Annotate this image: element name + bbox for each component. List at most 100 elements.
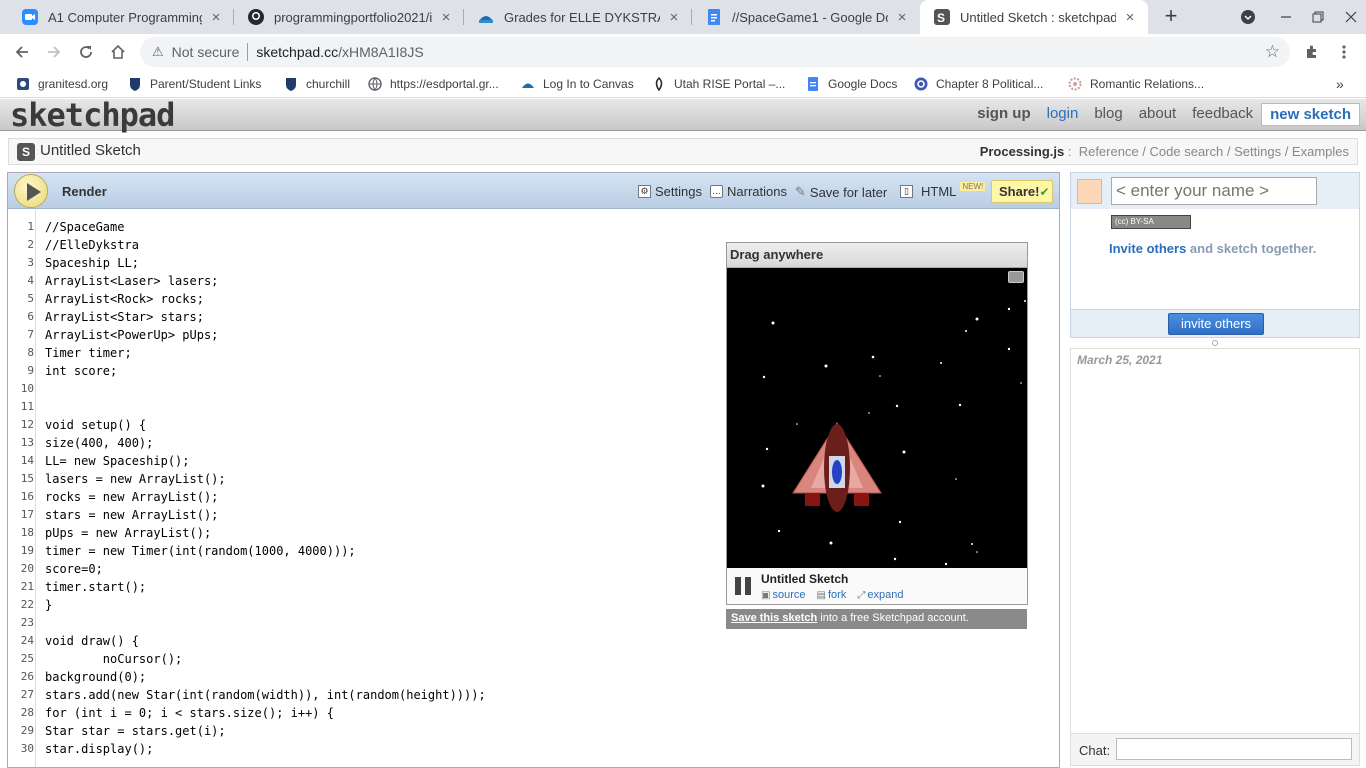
code-line[interactable] (45, 398, 486, 416)
pause-icon[interactable] (735, 577, 753, 595)
code-line[interactable]: void setup() { (45, 416, 486, 434)
window-close-icon[interactable] (1336, 0, 1366, 34)
address-bar[interactable]: ⚠ Not secure sketchpad.cc/xHM8A1I8JS ☆ (140, 37, 1290, 67)
nav-sign-up[interactable]: sign up (969, 103, 1038, 126)
back-icon[interactable] (10, 40, 34, 64)
nav-about[interactable]: about (1131, 103, 1185, 126)
warning-icon[interactable]: ⚠ (152, 44, 164, 60)
code-line[interactable]: int score; (45, 362, 486, 380)
render-button[interactable]: Render (62, 184, 107, 199)
tab-zoom[interactable]: A1 Computer Programming 0: × (8, 0, 234, 34)
link-code-search[interactable]: Code search (1150, 144, 1224, 159)
link-reference[interactable]: Reference (1079, 144, 1139, 159)
nav-feedback[interactable]: feedback (1184, 103, 1261, 126)
invite-others-link[interactable]: Invite others (1109, 241, 1186, 256)
code-line[interactable]: Timer timer; (45, 344, 486, 362)
code-line[interactable]: stars = new ArrayList(); (45, 506, 486, 524)
code-text[interactable]: //SpaceGame//ElleDykstra Spaceship LL; Arr… (45, 218, 486, 758)
minimize-icon[interactable] (1271, 0, 1301, 34)
save-for-later-button[interactable]: ✎ Save for later (795, 184, 887, 200)
code-line[interactable]: //ElleDykstra (45, 236, 486, 254)
code-line[interactable]: void draw() { (45, 632, 486, 650)
code-line[interactable]: ArrayList<Star> stars; (45, 308, 486, 326)
chat-input[interactable] (1116, 738, 1352, 760)
close-icon[interactable]: × (894, 9, 910, 26)
code-line[interactable]: //SpaceGame (45, 218, 486, 236)
resize-grip[interactable] (1212, 340, 1218, 346)
bookmark-romantic-relations[interactable]: Romantic Relations... (1068, 75, 1204, 93)
share-button[interactable]: Share!✔ (991, 180, 1053, 203)
extensions-icon[interactable] (1300, 40, 1324, 64)
code-line[interactable]: timer.start(); (45, 578, 486, 596)
code-line[interactable]: star.display(); (45, 740, 486, 758)
name-input[interactable] (1111, 177, 1317, 205)
bookmark-chapter-8[interactable]: Chapter 8 Political... (914, 75, 1043, 93)
license-badge[interactable]: (cc) BY-SA (1111, 215, 1191, 229)
code-line[interactable]: LL= new Spaceship(); (45, 452, 486, 470)
tab-search-icon[interactable] (1233, 0, 1263, 34)
code-line[interactable]: score=0; (45, 560, 486, 578)
sketch-canvas[interactable] (727, 268, 1027, 568)
link-settings[interactable]: Settings (1234, 144, 1281, 159)
fork-link[interactable]: ▤ fork (817, 589, 847, 601)
invite-others-button[interactable]: invite others (1168, 313, 1264, 335)
menu-dots-icon[interactable] (1332, 40, 1356, 64)
code-line[interactable]: Spaceship LL; (45, 254, 486, 272)
tab-google-docs[interactable]: //SpaceGame1 - Google Docs × (692, 0, 920, 34)
bookmark-canvas-login[interactable]: Log In to Canvas (521, 75, 634, 93)
close-icon[interactable]: × (208, 9, 224, 26)
code-line[interactable]: rocks = new ArrayList(); (45, 488, 486, 506)
camera-icon[interactable] (1008, 271, 1024, 283)
close-icon[interactable]: × (438, 9, 454, 26)
user-color-swatch[interactable] (1077, 179, 1102, 204)
bookmark-parent-student-links[interactable]: Parent/Student Links (128, 75, 261, 93)
code-line[interactable]: pUps = new ArrayList(); (45, 524, 486, 542)
nav-new-sketch[interactable]: new sketch (1261, 103, 1360, 126)
code-line[interactable]: stars.add(new Star(int(random(width)), i… (45, 686, 486, 704)
play-icon[interactable] (14, 174, 48, 208)
tab-canvas-grades[interactable]: Grades for ELLE DYKSTRA: A-1 × (464, 0, 692, 34)
more-bookmarks-icon[interactable]: » (1336, 75, 1344, 93)
code-line[interactable]: size(400, 400); (45, 434, 486, 452)
bookmark-esdportal[interactable]: https://esdportal.gr... (368, 75, 499, 93)
code-line[interactable]: ArrayList<Rock> rocks; (45, 290, 486, 308)
reload-icon[interactable] (74, 40, 98, 64)
code-line[interactable] (45, 380, 486, 398)
bookmark-granitesd[interactable]: granitesd.org (16, 75, 108, 93)
html-button[interactable]: ▯ HTML NEW! (900, 182, 986, 199)
code-line[interactable]: for (int i = 0; i < stars.size(); i++) { (45, 704, 486, 722)
code-line[interactable]: Star star = stars.get(i); (45, 722, 486, 740)
bookmark-utah-rise[interactable]: Utah RISE Portal –... (652, 75, 785, 93)
settings-button[interactable]: ⚙ Settings (638, 184, 702, 199)
save-sketch-link[interactable]: Save this sketch (731, 612, 817, 624)
tab-sketchpad[interactable]: S Untitled Sketch : sketchpad : c × (920, 0, 1148, 34)
code-line[interactable]: background(0); (45, 668, 486, 686)
sketch-title[interactable]: Untitled Sketch (40, 142, 141, 159)
home-icon[interactable] (106, 40, 130, 64)
narrations-button[interactable]: … Narrations (710, 184, 787, 199)
expand-link[interactable]: ⤢ expand (857, 589, 903, 601)
bookmark-google-docs[interactable]: Google Docs (806, 75, 897, 93)
tab-github[interactable]: programmingportfolio2021/in × (234, 0, 464, 34)
code-line[interactable] (45, 614, 486, 632)
preview-drag-handle[interactable]: Drag anywhere (727, 243, 1027, 268)
code-line[interactable]: lasers = new ArrayList(); (45, 470, 486, 488)
bookmark-churchill[interactable]: churchill (284, 75, 350, 93)
code-line[interactable]: ArrayList<Laser> lasers; (45, 272, 486, 290)
code-line[interactable]: ArrayList<PowerUp> pUps; (45, 326, 486, 344)
nav-login[interactable]: login (1039, 103, 1087, 126)
link-examples[interactable]: Examples (1292, 144, 1349, 159)
close-icon[interactable]: × (666, 9, 682, 26)
code-line[interactable]: noCursor(); (45, 650, 486, 668)
forward-icon[interactable] (42, 40, 66, 64)
processingjs-label[interactable]: Processing.js (980, 144, 1065, 159)
restore-icon[interactable] (1303, 0, 1333, 34)
close-icon[interactable]: × (1122, 9, 1138, 26)
code-line[interactable]: timer = new Timer(int(random(1000, 4000)… (45, 542, 486, 560)
site-logo[interactable]: sketchpad (10, 99, 175, 131)
sketch-preview[interactable]: Drag anywhere Untitled Sketch ▣ source ▤… (726, 242, 1028, 605)
nav-blog[interactable]: blog (1086, 103, 1130, 126)
code-line[interactable]: } (45, 596, 486, 614)
source-link[interactable]: ▣ source (761, 589, 805, 601)
new-tab-button[interactable]: + (1160, 5, 1182, 28)
